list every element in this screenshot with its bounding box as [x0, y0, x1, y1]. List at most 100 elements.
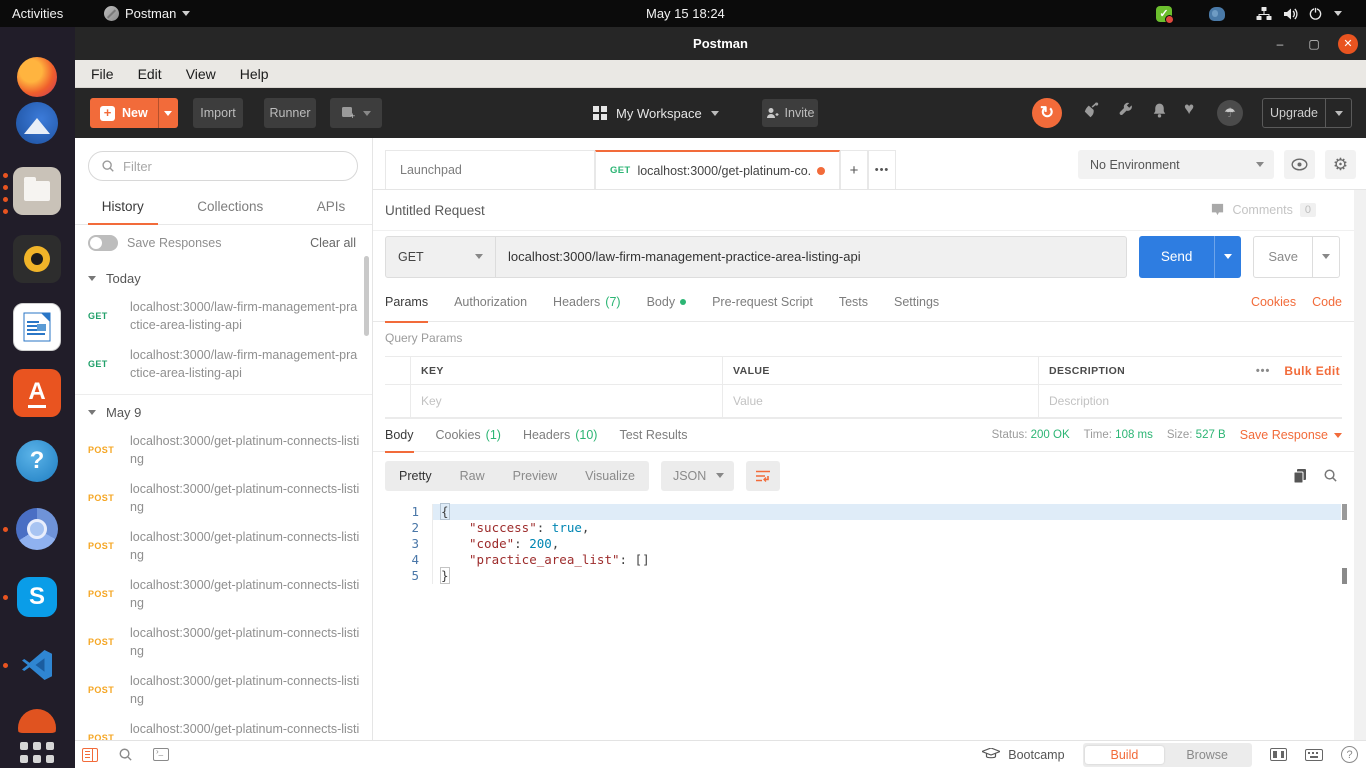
notifications-button[interactable] [1151, 102, 1168, 119]
main-scrollbar-track[interactable] [1354, 190, 1366, 740]
keyboard-shortcuts-icon[interactable] [1305, 748, 1323, 761]
tab-collections[interactable]: Collections [191, 191, 269, 224]
save-responses-toggle[interactable] [88, 235, 118, 251]
activities-button[interactable]: Activities [6, 0, 69, 27]
browse-tab[interactable]: Browse [1164, 746, 1250, 764]
new-window-button[interactable]: + [330, 98, 382, 128]
upgrade-button[interactable]: Upgrade [1262, 98, 1352, 128]
upgrade-dropdown[interactable] [1325, 99, 1351, 127]
system-menu-caret[interactable] [1328, 0, 1348, 27]
menu-file[interactable]: File [83, 64, 122, 84]
help-question-icon[interactable]: ? [1341, 746, 1358, 763]
tab-body[interactable]: Body [647, 282, 687, 322]
window-titlebar[interactable]: Postman – ▢ ✕ [75, 27, 1366, 60]
workspace-switcher[interactable]: My Workspace [593, 98, 719, 128]
interceptor-heart-button[interactable]: ♥ [1184, 99, 1194, 119]
menu-view[interactable]: View [178, 64, 224, 84]
history-item[interactable]: GET localhost:3000/law-firm-management-p… [75, 340, 372, 388]
history-item[interactable]: POST localhost:3000/get-platinum-connects… [75, 522, 372, 570]
format-select[interactable]: JSON [660, 460, 735, 491]
pgadmin-indicator[interactable] [1203, 0, 1231, 27]
search-response-icon[interactable] [1323, 468, 1338, 483]
menu-help[interactable]: Help [232, 64, 277, 84]
tab-active-request[interactable]: GET localhost:3000/get-platinum-co... [595, 150, 840, 189]
environment-settings-button[interactable]: ⚙ [1325, 150, 1356, 179]
api-network-button[interactable] [1082, 102, 1100, 120]
send-button[interactable]: Send [1139, 236, 1215, 278]
history-item[interactable]: GET localhost:3000/law-firm-management-p… [75, 292, 372, 340]
history-item[interactable]: POST localhost:3000/get-platinum-connects… [75, 474, 372, 522]
find-icon[interactable] [118, 747, 133, 762]
console-icon[interactable] [153, 747, 169, 761]
history-item[interactable]: POST localhost:3000/get-platinum-connects… [75, 618, 372, 666]
save-dropdown[interactable] [1312, 236, 1339, 277]
filter-input[interactable] [123, 158, 303, 174]
tab-options-button[interactable]: ••• [868, 150, 896, 189]
history-item[interactable]: POST localhost:3000/get-platinum-connects… [75, 714, 372, 740]
tab-test-results[interactable]: Test Results [619, 419, 687, 452]
tab-launchpad[interactable]: Launchpad [385, 150, 595, 189]
dock-thunderbird[interactable] [13, 99, 61, 147]
invite-button[interactable]: Invite [762, 99, 818, 127]
maximize-button[interactable]: ▢ [1304, 34, 1324, 54]
tab-params[interactable]: Params [385, 282, 429, 323]
settings-wrench-button[interactable] [1117, 102, 1134, 119]
view-pretty[interactable]: Pretty [385, 469, 446, 483]
menu-edit[interactable]: Edit [130, 64, 170, 84]
copy-icon[interactable] [1293, 468, 1307, 484]
clock[interactable]: May 15 18:24 [640, 0, 731, 27]
input-source-indicator[interactable]: ✓ [1150, 0, 1178, 27]
environment-select[interactable]: No Environment [1078, 150, 1274, 179]
volume-indicator[interactable] [1276, 0, 1304, 27]
history-group-may9[interactable]: May 9 [75, 395, 372, 426]
app-menu[interactable]: Postman [98, 0, 196, 27]
new-tab-button[interactable]: + [840, 150, 868, 189]
view-preview[interactable]: Preview [499, 469, 571, 483]
tab-headers[interactable]: Headers (7) [553, 282, 621, 322]
clear-all-link[interactable]: Clear all [310, 236, 356, 250]
history-item[interactable]: POST localhost:3000/get-platinum-connects… [75, 426, 372, 474]
tab-apis[interactable]: APIs [311, 191, 352, 224]
tab-prerequest[interactable]: Pre-request Script [712, 282, 813, 322]
build-tab[interactable]: Build [1084, 745, 1165, 764]
bootcamp-button[interactable]: Bootcamp [982, 748, 1065, 762]
power-indicator[interactable] [1302, 0, 1329, 27]
new-dropdown[interactable] [158, 110, 178, 116]
dock-libreoffice[interactable] [13, 303, 61, 351]
value-input[interactable] [733, 394, 1008, 408]
toggle-sidebar-icon[interactable] [82, 747, 98, 762]
dock-rhythmbox[interactable] [13, 235, 61, 283]
save-response-button[interactable]: Save Response [1240, 428, 1342, 442]
capture-requests-button[interactable]: ☂ [1217, 100, 1243, 126]
dock-vscode[interactable] [13, 641, 61, 689]
new-button[interactable]: + New [90, 98, 178, 128]
minimize-button[interactable]: – [1270, 34, 1290, 54]
comments-button[interactable]: Comments 0 [1210, 203, 1316, 217]
method-select[interactable]: GET [386, 236, 496, 277]
bulk-edit-link[interactable]: Bulk Edit [1284, 364, 1340, 378]
dock-help[interactable]: ? [13, 437, 61, 485]
code-scrollbar-thumb[interactable] [1341, 503, 1348, 521]
view-visualize[interactable]: Visualize [571, 469, 649, 483]
dock-skype[interactable]: S [13, 573, 61, 621]
import-button[interactable]: Import [193, 98, 243, 128]
dock-show-applications[interactable] [13, 735, 61, 768]
dock-files[interactable] [13, 167, 61, 215]
history-group-today[interactable]: Today [75, 261, 372, 292]
history-item[interactable]: POST localhost:3000/get-platinum-connects… [75, 666, 372, 714]
two-pane-icon[interactable] [1270, 748, 1287, 761]
view-raw[interactable]: Raw [446, 469, 499, 483]
save-button[interactable]: Save [1254, 237, 1312, 277]
tab-authorization[interactable]: Authorization [454, 282, 527, 322]
send-dropdown[interactable] [1214, 235, 1241, 278]
tab-response-headers[interactable]: Headers (10) [523, 419, 597, 452]
cookies-link[interactable]: Cookies [1251, 295, 1296, 309]
dock-ubuntu-software[interactable]: A [13, 369, 61, 417]
dock-firefox[interactable] [13, 53, 61, 101]
sidebar-scrollbar[interactable] [364, 256, 369, 336]
wrap-lines-button[interactable] [746, 460, 781, 491]
tab-tests[interactable]: Tests [839, 282, 868, 322]
code-link[interactable]: Code [1312, 295, 1342, 309]
dock-chromium[interactable] [13, 505, 61, 553]
environment-preview-button[interactable] [1284, 150, 1315, 179]
